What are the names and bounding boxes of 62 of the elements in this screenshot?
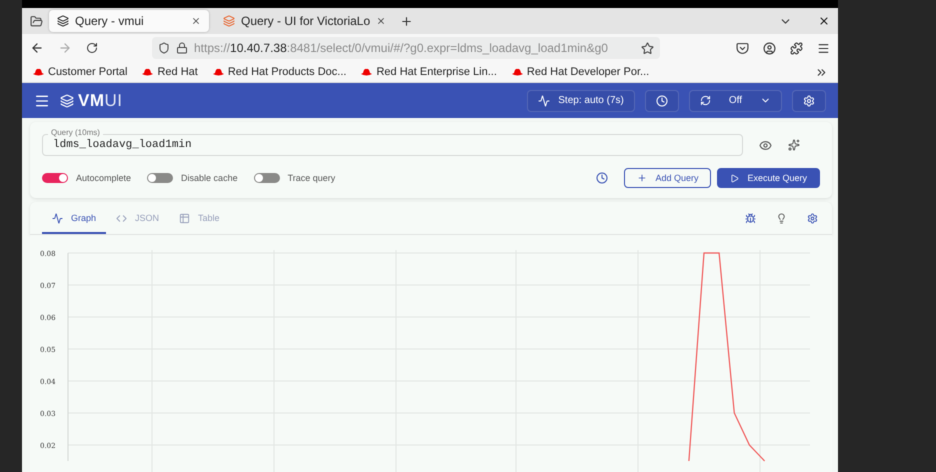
address-bar[interactable]: https://10.40.7.38:8481/select/0/vmui/#/?g0.expr=ldms_loadavg_load1min&g0 <box>152 37 660 59</box>
table-icon <box>179 212 190 224</box>
bookmark[interactable]: Red Hat Developer Por... <box>510 66 650 78</box>
account-icon[interactable] <box>763 42 776 54</box>
new-tab-icon[interactable] <box>400 14 414 28</box>
sparkle-icon[interactable] <box>788 139 800 151</box>
line-chart-icon <box>538 94 550 106</box>
star-icon[interactable] <box>641 42 654 54</box>
toggle-switch[interactable] <box>147 173 174 183</box>
clock-icon <box>656 94 668 106</box>
toggle-label: Trace query <box>288 173 336 183</box>
hat-icon <box>212 68 225 76</box>
execute-query-button[interactable]: Execute Query <box>717 168 820 188</box>
hat-icon <box>510 68 524 76</box>
settings-icon <box>803 94 815 106</box>
reload-icon[interactable] <box>86 42 98 54</box>
lightbulb-icon[interactable] <box>776 212 787 224</box>
add-query-button[interactable]: Add Query <box>624 168 712 188</box>
bookmark[interactable]: Red Hat Products Doc... <box>212 66 346 78</box>
menu-icon[interactable] <box>817 42 830 54</box>
toggle-label: Autocomplete <box>76 173 132 183</box>
hat-icon <box>141 68 154 76</box>
tab-title: Query - UI for VictoriaLo <box>241 14 370 28</box>
tab-title: Query - vmui <box>75 14 145 28</box>
bookmark[interactable]: Red Hat <box>141 66 198 78</box>
code-icon <box>116 212 128 224</box>
toggle-switch[interactable] <box>254 173 280 183</box>
bookmark[interactable]: Red Hat Enterprise Lin... <box>360 66 497 78</box>
history-icon[interactable] <box>596 172 608 184</box>
lock-icon <box>176 42 188 54</box>
back-icon[interactable] <box>30 41 44 55</box>
play-icon <box>730 174 740 182</box>
hat-icon <box>32 68 45 76</box>
plus-icon <box>637 173 648 183</box>
close-icon[interactable] <box>191 16 201 26</box>
toggle-switch[interactable] <box>42 173 68 183</box>
layers-icon <box>223 15 235 27</box>
tab-list-icon[interactable] <box>30 14 43 28</box>
bookmark[interactable]: Customer Portal <box>32 66 128 78</box>
bug-icon[interactable] <box>745 212 756 224</box>
eye-icon[interactable] <box>759 138 772 152</box>
shield-icon <box>158 42 170 54</box>
refresh-button[interactable]: Off <box>688 90 782 112</box>
view-tab[interactable]: Graph <box>42 202 106 234</box>
line-chart-icon <box>52 212 63 224</box>
close-icon[interactable] <box>818 15 830 27</box>
extensions-icon[interactable] <box>790 42 803 54</box>
pocket-icon[interactable] <box>736 42 749 54</box>
hat-icon <box>360 68 374 76</box>
settings-button[interactable] <box>792 90 826 112</box>
field-label: Query (10ms) <box>48 128 103 138</box>
step-button[interactable]: Step: auto (7s) <box>527 90 635 112</box>
vmui-logo[interactable]: VMUI <box>60 90 122 110</box>
time-button[interactable] <box>644 90 679 112</box>
settings-icon[interactable] <box>807 212 818 224</box>
refresh-icon <box>700 95 711 106</box>
close-icon[interactable] <box>376 16 386 26</box>
browser-tab[interactable]: Query - vmui <box>49 10 209 32</box>
browser-tab[interactable]: Query - UI for VictoriaLo <box>215 10 394 32</box>
layers-icon <box>57 15 69 27</box>
menu-icon[interactable] <box>34 92 50 108</box>
toggle-label: Disable cache <box>181 173 238 183</box>
